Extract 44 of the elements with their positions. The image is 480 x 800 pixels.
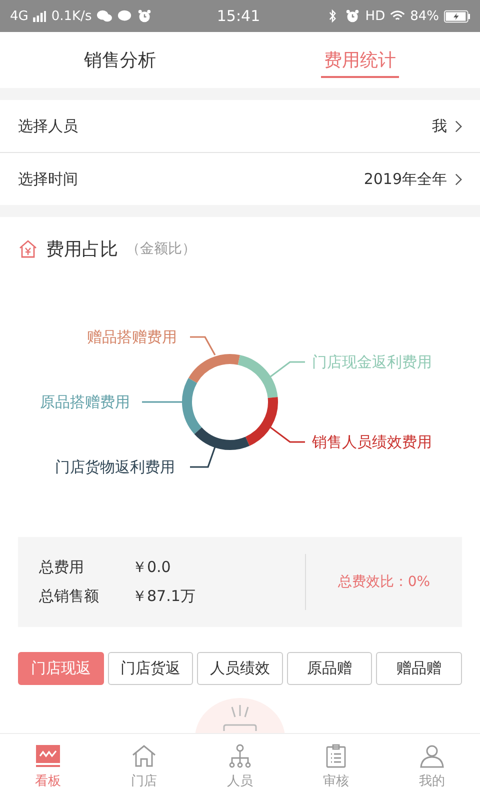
leader-line (190, 336, 216, 356)
leader-line (270, 361, 305, 378)
filter-label: 选择人员 (18, 116, 78, 136)
speed-label: 0.1K/s (51, 8, 92, 24)
chart-label: 原品搭赠费用 (40, 392, 130, 412)
chart-label: 赠品搭赠费用 (87, 327, 177, 347)
section-title: 费用占比 (46, 238, 118, 261)
battery-percent: 84% (410, 8, 439, 24)
house-icon (131, 744, 157, 768)
clock-time: 15:41 (216, 7, 260, 25)
chat-icon (96, 9, 112, 23)
chevron-icon (455, 120, 462, 132)
filter-row[interactable]: 选择人员 我 (0, 100, 480, 152)
filter-value: 2019年全年 (364, 170, 447, 188)
section-subtitle: （金额比） (126, 240, 196, 258)
chevron-icon (455, 172, 462, 186)
house-yen-icon (18, 239, 38, 259)
category-button[interactable]: 门店货返 (108, 652, 194, 685)
network-label: 4G (10, 8, 28, 24)
filter-value: 我 (432, 116, 447, 136)
leader-line (270, 426, 305, 443)
chart-label: 门店现金返利费用 (312, 352, 432, 372)
hd-label: HD (365, 8, 386, 24)
leader-line (142, 401, 182, 403)
signal-icon (33, 10, 46, 22)
summary-label: 总费用 (39, 558, 85, 577)
person-icon (419, 744, 445, 768)
leader-line (190, 446, 216, 468)
chart-label: 门店货物返利费用 (55, 457, 175, 477)
cost-ratio: 总费效比：0% (336, 573, 432, 591)
category-button[interactable]: 原品赠 (286, 652, 372, 685)
battery-icon (444, 10, 470, 22)
category-button[interactable]: 赠品赠 (376, 652, 462, 685)
alarm-icon (136, 9, 152, 23)
filter-label: 选择时间 (18, 170, 78, 188)
chart-label: 销售人员绩效费用 (312, 432, 432, 452)
summary-value: ￥87.1万 (132, 587, 196, 606)
category-button[interactable]: 人员绩效 (197, 652, 283, 685)
summary-value: ￥0.0 (132, 558, 171, 577)
summary-label: 总销售额 (39, 587, 100, 606)
alarm-icon (345, 9, 360, 23)
message-icon (116, 9, 132, 23)
chart-icon (35, 744, 61, 768)
org-chart-icon (227, 744, 253, 768)
